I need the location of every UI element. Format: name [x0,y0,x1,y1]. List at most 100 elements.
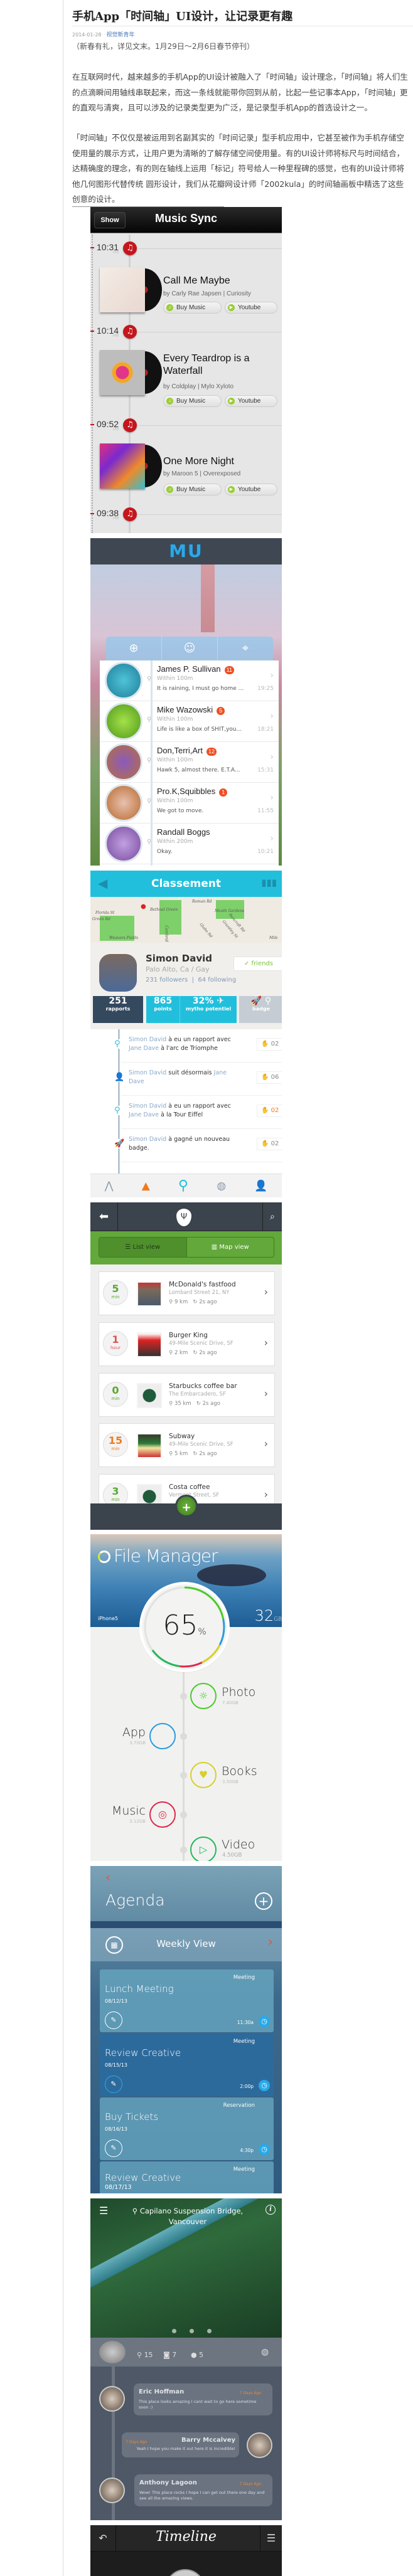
chat-row[interactable]: ⚲ Don,Terri,Art 12 Within 100m Hawk 5, almos… [100,742,279,783]
commenter-name[interactable]: Barry Mccalvey [181,2437,235,2444]
youtube-button[interactable]: ▶ Youtube [225,302,277,314]
event-time: 11:30a [237,2020,254,2025]
text-line: 他几何图形代替传统 圆形设计，我们从花瓣网设计师「2002kula」的时间轴画板… [72,179,404,189]
avatar[interactable] [99,2341,126,2363]
clock-icon: ◷ [259,2080,270,2091]
button-label: Youtube [238,486,261,493]
map-pin-icon[interactable]: ● [141,903,146,910]
count: 02 [271,1107,279,1114]
photos[interactable]: ◙ 7 [163,2351,176,2359]
user-link[interactable]: Simon David [129,1103,166,1110]
name-text: Pro.K,Squibbles [157,787,216,796]
divider [90,1921,282,1928]
event-title: Buy Tickets [105,2111,159,2123]
wings-icon[interactable]: ⋀ [105,1180,114,1192]
add-button[interactable]: + [175,1495,198,1517]
edit-pencil-icon[interactable]: ✎ [105,2012,122,2029]
user-link[interactable]: Jane Dave [129,1111,159,1118]
user-link[interactable]: Simon David [129,1069,166,1076]
dot[interactable] [207,2329,212,2333]
dot[interactable] [190,2329,194,2333]
event-card[interactable]: Meeting Lunch Meeting 08/12/13 ✎ 11:30a ◷ [100,1969,274,2032]
list-view-tab[interactable]: ☰ List view [99,1238,187,1257]
place-card[interactable]: 0 min Starbucks coffee bar The Embarcadero,… [99,1373,275,1417]
place-card[interactable]: 5 min McDonald's fastfood Lombard Street 21… [99,1271,275,1315]
hand-count[interactable]: ✋ 06 [257,1071,282,1084]
chat-row[interactable]: ⚲ James P. Sullivan 11 Within 100m It is rai… [100,660,279,701]
edit-pencil-icon[interactable]: ✎ [105,2139,122,2157]
buy-music-button[interactable]: ♫ Buy Music [163,302,222,314]
hand-count[interactable]: ✋ 02 [257,1105,282,1117]
list-menu-icon[interactable]: ☰ [260,2525,282,2552]
stat-badge[interactable]: 🚀 ⚲ badge [239,996,282,1023]
youtube-button[interactable]: ▶ Youtube [225,484,277,496]
feed-item[interactable]: ⚲ Simon David à eu un rapport avec Jane D… [114,1096,282,1129]
carousel-dots[interactable] [172,2324,225,2336]
weekly-view-bar[interactable]: ▦ Weekly View › [90,1928,282,1961]
event-card[interactable]: Reservation Buy Tickets 08/16/13 ✎ 4:30p ◷ [100,2097,274,2160]
place-card[interactable]: 15 min Subway 49-Mile Scenic Drive, SF ⚲ 5 k… [99,1423,275,1467]
place-card[interactable]: 1 hour Burger King 49-Mile Scenic Drive, SF… [99,1322,275,1366]
tab-label: List view [132,1244,161,1251]
album-art[interactable] [100,350,145,395]
add-event-button[interactable]: + [255,1892,272,1910]
dot[interactable] [172,2329,176,2333]
following-count[interactable]: 64 following [198,977,236,983]
commenter-name[interactable]: Eric Hoffman [139,2388,184,2395]
friends-button[interactable]: ✓ friends [233,957,282,971]
avatar[interactable] [99,2478,125,2503]
message-time: 19:25 [257,686,274,692]
chat-row[interactable]: ⚲ Randall Boggs Within 200m Okay. 10:21 › [100,824,279,864]
avatar[interactable] [99,2386,125,2412]
commenter-name[interactable]: Anthony Lagoon [139,2479,197,2486]
album-art[interactable] [100,443,145,489]
chevron-right-icon[interactable]: › [267,1934,273,1950]
location-icon[interactable]: ⚲ [178,1178,188,1194]
feed-item[interactable]: 👤 Simon David suit désormais Jane Dave ✋ 0… [114,1063,282,1096]
buy-music-button[interactable]: ♫ Buy Music [163,484,222,496]
map-view-tab[interactable]: ▥ Map view [187,1238,274,1257]
bar-chart-icon[interactable]: ▮▮▮ [261,877,277,888]
comments[interactable]: ● 5 [191,2351,203,2359]
user-link[interactable]: Simon David [129,1036,166,1043]
pin-icon: ⚲ [147,757,152,764]
message-time: 18:21 [257,726,274,733]
back-arrow-icon[interactable]: ⬅ [90,1202,118,1231]
menu-icon[interactable]: ☰ [99,2205,108,2217]
back-arrow-icon[interactable]: ◀ [98,876,107,891]
monster-icon[interactable]: ☺ [162,637,218,660]
chat-row[interactable]: ⚲ Mike Wazowski 5 Within 100m Life is like a… [100,701,279,742]
followers-count[interactable]: 231 followers [146,977,188,983]
album-art[interactable] [100,267,145,312]
article-source-link[interactable]: 视觉新青年 [107,32,135,38]
hand-count[interactable]: ✋ 02 [257,1138,282,1150]
map[interactable]: Florida St Green Rd Bethnal Green Roman … [90,897,282,943]
feed-item[interactable]: ⚲ Simon David à eu un rapport avec Jane D… [114,1029,282,1063]
globe-icon[interactable]: ◍ [217,1180,226,1192]
event-card[interactable]: Meeting Review Creative 08/15/13 ✎ 2:00p ◷ [100,2033,274,2096]
event-card[interactable]: Meeting Review Creative 08/17/13 [100,2161,274,2193]
user-link[interactable]: Simon David [129,1136,166,1143]
axis-dot [180,1847,187,1853]
eta-value: 15 [108,1434,123,1446]
avatar[interactable] [247,2432,272,2458]
globe-add-icon[interactable]: ◍ [261,2347,269,2357]
chat-row[interactable]: ⚲ Pro.K,Squibbles 1 Within 100m We got to mo… [100,783,279,824]
location-photo[interactable]: ☰ ⚲ Capilano Suspension Bridge, Vancouve… [90,2198,282,2338]
location-icon[interactable]: ⌖ [218,637,273,660]
rocket-icon[interactable]: ▲ [142,1180,150,1192]
user-link[interactable]: Jane Dave [129,1045,159,1052]
info-icon[interactable]: i [266,2205,276,2215]
avatar[interactable] [165,2569,205,2576]
profile-icon[interactable]: 👤 [254,1180,267,1192]
edit-pencil-icon[interactable]: ✎ [105,2075,122,2093]
feed-item[interactable]: 🚀 Simon David à gagné un nouveau badge. ✋ … [114,1129,282,1162]
youtube-button[interactable]: ▶ Youtube [225,395,277,407]
message-preview: Life is like a box of SHIT,you... [157,726,242,733]
search-icon[interactable]: ⌕ [262,1202,282,1231]
buy-music-button[interactable]: ♫ Buy Music [163,395,222,407]
back-chevron-icon[interactable]: ‹ [105,1870,110,1885]
new-chat-icon[interactable]: ⊕ [106,637,162,660]
hand-count[interactable]: ✋ 02 [257,1038,282,1051]
checkins[interactable]: ⚲ 15 [137,2351,153,2359]
